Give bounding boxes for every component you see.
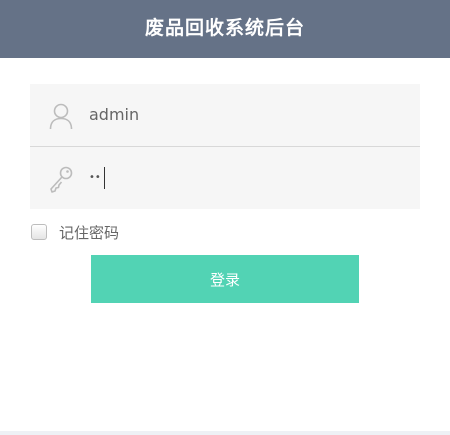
user-icon [48, 102, 74, 130]
text-cursor [104, 167, 105, 189]
key-icon [48, 165, 74, 193]
remember-password-row[interactable]: 记住密码 [31, 221, 119, 243]
username-input[interactable]: admin [89, 84, 139, 146]
login-form: admin •• [30, 84, 420, 209]
bottom-divider [0, 431, 450, 435]
remember-password-label: 记住密码 [59, 223, 120, 242]
page-title: 废品回收系统后台 [144, 16, 305, 39]
username-field[interactable]: admin [30, 84, 420, 146]
password-field[interactable]: •• [30, 147, 420, 209]
header-bar: 废品回收系统后台 [0, 0, 450, 58]
remember-password-checkbox[interactable] [31, 224, 47, 240]
login-button[interactable]: 登录 [91, 255, 359, 303]
password-input[interactable]: •• [89, 147, 101, 209]
